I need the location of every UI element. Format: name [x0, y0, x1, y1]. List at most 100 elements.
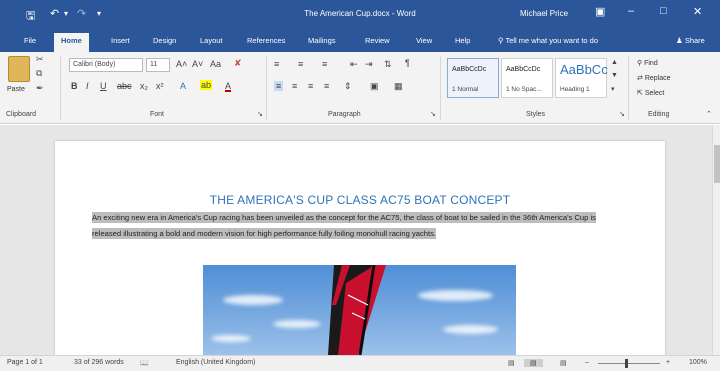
cloud — [443, 325, 498, 334]
borders-icon[interactable]: ▦ — [394, 81, 403, 92]
read-mode-icon[interactable]: ▤ — [508, 359, 515, 367]
font-name-box[interactable]: Calibri (Body) — [69, 58, 143, 72]
sail-graphic — [328, 265, 386, 355]
paste-icon[interactable] — [8, 56, 30, 82]
vertical-scrollbar[interactable] — [712, 125, 720, 355]
tab-mailings[interactable]: Mailings — [308, 36, 336, 45]
show-marks-icon[interactable]: ¶ — [405, 58, 410, 68]
line-spacing-icon[interactable]: ⇕ — [344, 81, 352, 92]
cloud — [418, 290, 493, 301]
tab-review[interactable]: Review — [365, 36, 390, 45]
style-no-spacing[interactable]: AaBbCcDc 1 No Spac... — [501, 58, 553, 98]
tab-insert[interactable]: Insert — [111, 36, 130, 45]
zoom-out-icon[interactable]: – — [585, 359, 589, 366]
tab-help[interactable]: Help — [455, 36, 470, 45]
styles-scroll-down-icon[interactable]: ▼ — [611, 72, 618, 79]
multilevel-list-icon[interactable]: ≡ — [322, 59, 327, 69]
font-size-box[interactable]: 11 — [146, 58, 170, 72]
decrease-indent-icon[interactable]: ⇤ — [350, 59, 358, 70]
document-heading[interactable]: THE AMERICA'S CUP CLASS AC75 BOAT CONCEP… — [55, 193, 665, 207]
tab-view[interactable]: View — [416, 36, 432, 45]
replace-label: Replace — [644, 75, 671, 82]
body-paragraph[interactable]: An exciting new era in America's Cup rac… — [92, 210, 615, 241]
align-left-icon[interactable]: ≡ — [274, 81, 284, 91]
sort-icon[interactable]: ⇅ — [384, 59, 392, 70]
shading-icon[interactable]: ▣ — [370, 81, 379, 92]
increase-indent-icon[interactable]: ⇥ — [365, 59, 373, 70]
align-center-icon[interactable]: ≡ — [292, 81, 297, 91]
grow-font-icon[interactable]: A˄ — [176, 59, 187, 69]
sailing-yacht-photo[interactable] — [203, 265, 516, 355]
clipboard-group-label: Clipboard — [6, 111, 36, 118]
cloud — [273, 320, 321, 328]
align-right-icon[interactable]: ≡ — [308, 81, 313, 91]
subscript-icon[interactable]: x₂ — [140, 81, 148, 91]
document-page[interactable]: THE AMERICA'S CUP CLASS AC75 BOAT CONCEP… — [55, 141, 665, 355]
bullets-icon[interactable]: ≡ — [274, 59, 279, 69]
word-count[interactable]: 33 of 296 words — [74, 359, 124, 366]
tab-references[interactable]: References — [247, 36, 285, 45]
replace-button[interactable]: ⇄ Replace — [637, 74, 671, 82]
numbering-icon[interactable]: ≡ — [298, 59, 303, 69]
superscript-icon[interactable]: x² — [156, 81, 164, 91]
zoom-level[interactable]: 100% — [689, 359, 707, 366]
italic-icon[interactable]: I — [86, 81, 89, 91]
close-icon[interactable]: ✕ — [693, 5, 702, 18]
language-indicator[interactable]: English (United Kingdom) — [176, 359, 255, 366]
style-sample: AaBbCc — [560, 62, 608, 77]
proofing-icon[interactable]: 📖 — [140, 359, 149, 367]
style-sample: AaBbCcDc — [506, 66, 541, 73]
style-name: Heading 1 — [560, 86, 590, 93]
tell-me-box[interactable]: ⚲ Tell me what you want to do — [498, 36, 598, 45]
page-count[interactable]: Page 1 of 1 — [7, 359, 43, 366]
format-painter-icon[interactable]: ✒ — [36, 83, 44, 94]
ribbon-tabs: File Home Insert Design Layout Reference… — [0, 30, 720, 52]
style-name: 1 No Spac... — [506, 86, 542, 93]
ribbon-display-options-icon[interactable]: ▣ — [595, 5, 605, 18]
tab-file[interactable]: File — [24, 36, 36, 45]
styles-dialog-launcher-icon[interactable]: ↘ — [619, 110, 625, 118]
copy-icon[interactable]: ⧉ — [36, 68, 42, 79]
find-button[interactable]: ⚲ Find — [637, 59, 658, 67]
selected-text[interactable]: An exciting new era in America's Cup rac… — [92, 212, 596, 239]
style-heading-1[interactable]: AaBbCc Heading 1 — [555, 58, 608, 98]
user-name[interactable]: Michael Price — [520, 9, 568, 18]
style-normal[interactable]: AaBbCcDc 1 Normal — [447, 58, 499, 98]
font-dialog-launcher-icon[interactable]: ↘ — [257, 110, 263, 118]
zoom-slider[interactable] — [598, 363, 660, 364]
style-name: 1 Normal — [452, 86, 479, 93]
collapse-ribbon-icon[interactable]: ⌃ — [706, 110, 712, 118]
styles-more-icon[interactable]: ▾ — [611, 85, 615, 93]
scrollbar-thumb[interactable] — [714, 145, 720, 183]
minimize-icon[interactable]: – — [628, 5, 634, 17]
strikethrough-icon[interactable]: abc — [117, 81, 132, 91]
bold-icon[interactable]: B — [71, 81, 78, 91]
share-button[interactable]: ♟ Share — [676, 36, 705, 45]
select-button[interactable]: ⇱ Select — [637, 89, 664, 97]
tab-layout[interactable]: Layout — [200, 36, 223, 45]
change-case-icon[interactable]: Aa — [210, 59, 221, 69]
justify-icon[interactable]: ≡ — [324, 81, 329, 91]
editing-group-label: Editing — [648, 111, 670, 118]
group-divider — [440, 56, 441, 120]
paste-button[interactable]: Paste — [7, 86, 25, 93]
cloud — [223, 295, 283, 305]
underline-icon[interactable]: U — [100, 81, 107, 91]
styles-scroll-up-icon[interactable]: ▲ — [611, 59, 618, 66]
web-layout-icon[interactable]: ▤ — [560, 359, 567, 367]
tab-design[interactable]: Design — [153, 36, 176, 45]
tab-home[interactable]: Home — [54, 33, 89, 52]
clear-formatting-icon[interactable]: ✘ — [234, 58, 242, 69]
text-effects-icon[interactable]: A — [180, 81, 186, 91]
highlight-icon[interactable]: ab — [200, 80, 213, 90]
paragraph-dialog-launcher-icon[interactable]: ↘ — [430, 110, 436, 118]
cut-icon[interactable]: ✂ — [36, 54, 44, 65]
shrink-font-icon[interactable]: A˅ — [192, 59, 203, 69]
zoom-slider-thumb[interactable] — [625, 359, 628, 368]
maximize-icon[interactable]: □ — [660, 5, 667, 17]
font-color-icon[interactable]: A — [225, 81, 231, 91]
print-layout-icon[interactable]: ▤ — [524, 359, 543, 367]
select-label: Select — [644, 90, 665, 97]
replace-icon: ⇄ — [637, 75, 643, 82]
zoom-in-icon[interactable]: + — [666, 359, 670, 366]
